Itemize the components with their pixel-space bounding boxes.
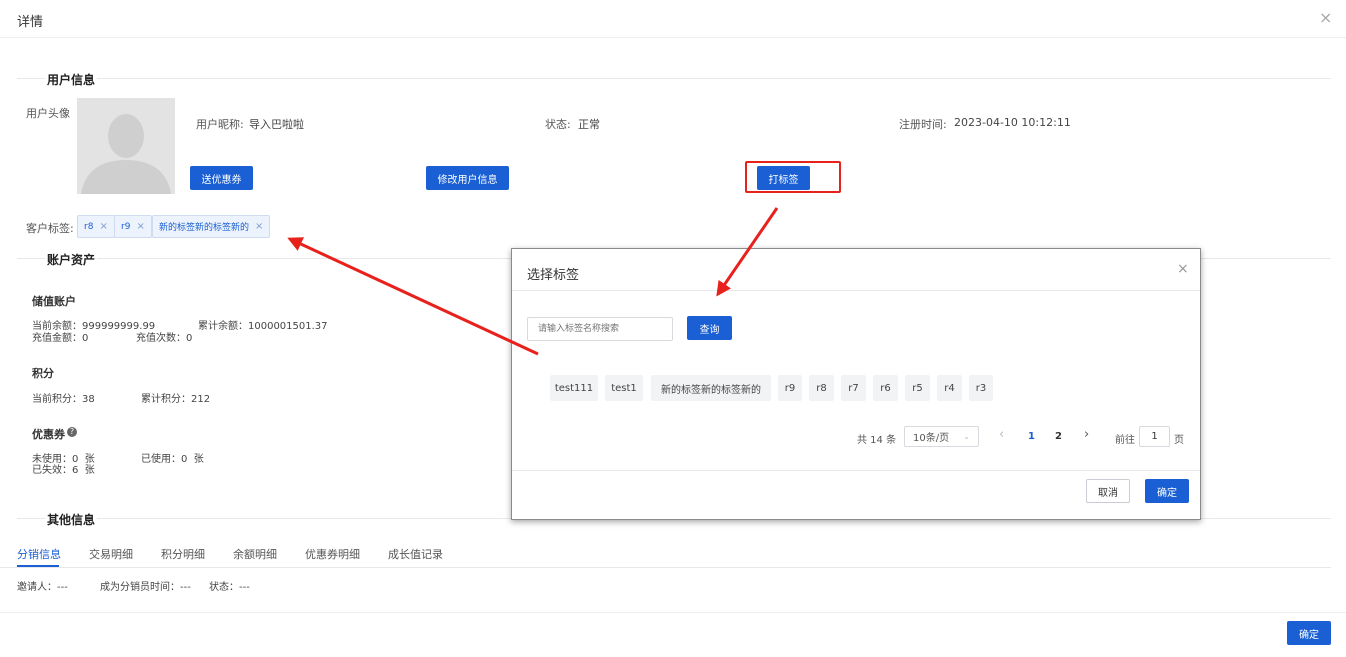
edit-user-button[interactable]: 修改用户信息 bbox=[426, 166, 509, 190]
section-title-assets: 账户资产 bbox=[45, 251, 98, 268]
pagination-total: 共 14 条 bbox=[857, 435, 897, 446]
tab-growth-record[interactable]: 成长值记录 bbox=[388, 546, 443, 562]
tag-option[interactable]: test111 bbox=[550, 375, 598, 401]
active-tab-indicator bbox=[17, 565, 59, 567]
dialog-header-divider bbox=[512, 290, 1200, 291]
coupons-used: 已使用：0 张 bbox=[141, 454, 204, 465]
section-title-user-info: 用户信息 bbox=[45, 71, 98, 88]
tag-option[interactable]: r3 bbox=[969, 375, 993, 401]
tab-distribution[interactable]: 分销信息 bbox=[17, 546, 61, 562]
coupons-expired: 已失效：6 张 bbox=[32, 465, 95, 476]
nickname-value: 导入巴啦啦 bbox=[249, 118, 304, 131]
tag-close-icon[interactable]: × bbox=[99, 221, 107, 232]
distribution-status-text: 状态：--- bbox=[209, 582, 250, 593]
total-balance: 累计余额：1000001501.37 bbox=[198, 321, 328, 332]
customer-tag: 新的标签新的标签新的 × bbox=[152, 215, 271, 238]
recharge-amount: 充值金额：0 bbox=[32, 333, 89, 344]
send-coupon-button[interactable]: 送优惠券 bbox=[190, 166, 253, 190]
tag-option[interactable]: r4 bbox=[937, 375, 962, 401]
goto-prefix: 前往 bbox=[1115, 435, 1135, 446]
page-2[interactable]: 2 bbox=[1055, 431, 1062, 442]
tag-option[interactable]: r6 bbox=[873, 375, 898, 401]
tab-coupon-detail[interactable]: 优惠券明细 bbox=[305, 546, 360, 562]
tag-search-input[interactable] bbox=[527, 317, 673, 341]
dialog-title: 选择标签 bbox=[527, 268, 580, 283]
close-icon[interactable]: × bbox=[1319, 8, 1332, 27]
coupons-title: 优惠券 bbox=[32, 428, 65, 441]
tabs-divider bbox=[0, 567, 1331, 568]
chevron-down-icon: ⌄ bbox=[963, 432, 970, 441]
avatar bbox=[77, 98, 175, 194]
prev-page-icon[interactable]: ‹ bbox=[999, 427, 1004, 442]
section-line-user bbox=[17, 78, 1331, 79]
tag-option[interactable]: test1 bbox=[605, 375, 643, 401]
current-points: 当前积分：38 bbox=[32, 394, 95, 405]
status-value: 正常 bbox=[578, 118, 600, 131]
total-points: 累计积分：212 bbox=[141, 394, 211, 405]
tag-option[interactable]: 新的标签新的标签新的 bbox=[651, 375, 771, 401]
page-title: 详情 bbox=[17, 15, 44, 30]
tag-option[interactable]: r8 bbox=[809, 375, 834, 401]
next-page-icon[interactable]: › bbox=[1084, 427, 1089, 442]
tab-transactions[interactable]: 交易明细 bbox=[89, 546, 133, 562]
goto-suffix: 页 bbox=[1174, 435, 1184, 446]
recharge-count: 充值次数：0 bbox=[136, 333, 193, 344]
footer-confirm-button[interactable]: 确定 bbox=[1287, 621, 1331, 645]
help-icon[interactable]: ? bbox=[67, 427, 77, 437]
tag-close-icon[interactable]: × bbox=[136, 221, 144, 232]
avatar-placeholder-icon bbox=[81, 114, 171, 194]
dialog-footer-divider bbox=[512, 470, 1200, 471]
page-size-value: 10条/页 bbox=[913, 433, 950, 444]
header-divider bbox=[0, 37, 1346, 38]
goto-page-input[interactable] bbox=[1139, 426, 1170, 447]
inviter-text: 邀请人：--- bbox=[17, 582, 68, 593]
footer-divider bbox=[0, 612, 1346, 613]
nickname-label: 用户昵称: bbox=[196, 118, 244, 131]
register-time-label: 注册时间: bbox=[899, 118, 947, 131]
dialog-cancel-button[interactable]: 取消 bbox=[1086, 479, 1130, 503]
tag-option[interactable]: r5 bbox=[905, 375, 930, 401]
tag-close-icon[interactable]: × bbox=[255, 221, 263, 232]
add-tag-button[interactable]: 打标签 bbox=[757, 166, 810, 190]
tag-option[interactable]: r9 bbox=[778, 375, 802, 401]
page-1[interactable]: 1 bbox=[1028, 431, 1035, 442]
status-label: 状态: bbox=[545, 118, 571, 131]
avatar-label: 用户头像 bbox=[26, 107, 70, 120]
dialog-close-icon[interactable]: × bbox=[1177, 261, 1189, 277]
annotation-arrow-to-tags bbox=[287, 237, 539, 356]
customer-tag-label: 新的标签新的标签新的 bbox=[159, 223, 250, 233]
distributor-time-text: 成为分销员时间：--- bbox=[100, 582, 191, 593]
dialog-confirm-button[interactable]: 确定 bbox=[1145, 479, 1189, 503]
stored-value-title: 储值账户 bbox=[32, 295, 76, 308]
customer-tag-label: r8 bbox=[84, 221, 94, 232]
tag-option[interactable]: r7 bbox=[841, 375, 866, 401]
section-title-other: 其他信息 bbox=[45, 511, 98, 528]
customer-tag: r8 × bbox=[77, 215, 115, 238]
tab-balance-detail[interactable]: 余额明细 bbox=[233, 546, 277, 562]
customer-tag-label: r9 bbox=[121, 221, 131, 232]
page-size-select[interactable]: 10条/页 ⌄ bbox=[904, 426, 979, 447]
tag-search-button[interactable]: 查询 bbox=[687, 316, 732, 340]
customer-tag: r9 × bbox=[114, 215, 152, 238]
tab-points-detail[interactable]: 积分明细 bbox=[161, 546, 205, 562]
customer-tags-label: 客户标签: bbox=[26, 222, 74, 235]
register-time-value: 2023-04-10 10:12:11 bbox=[954, 116, 1071, 129]
points-title: 积分 bbox=[32, 367, 54, 380]
